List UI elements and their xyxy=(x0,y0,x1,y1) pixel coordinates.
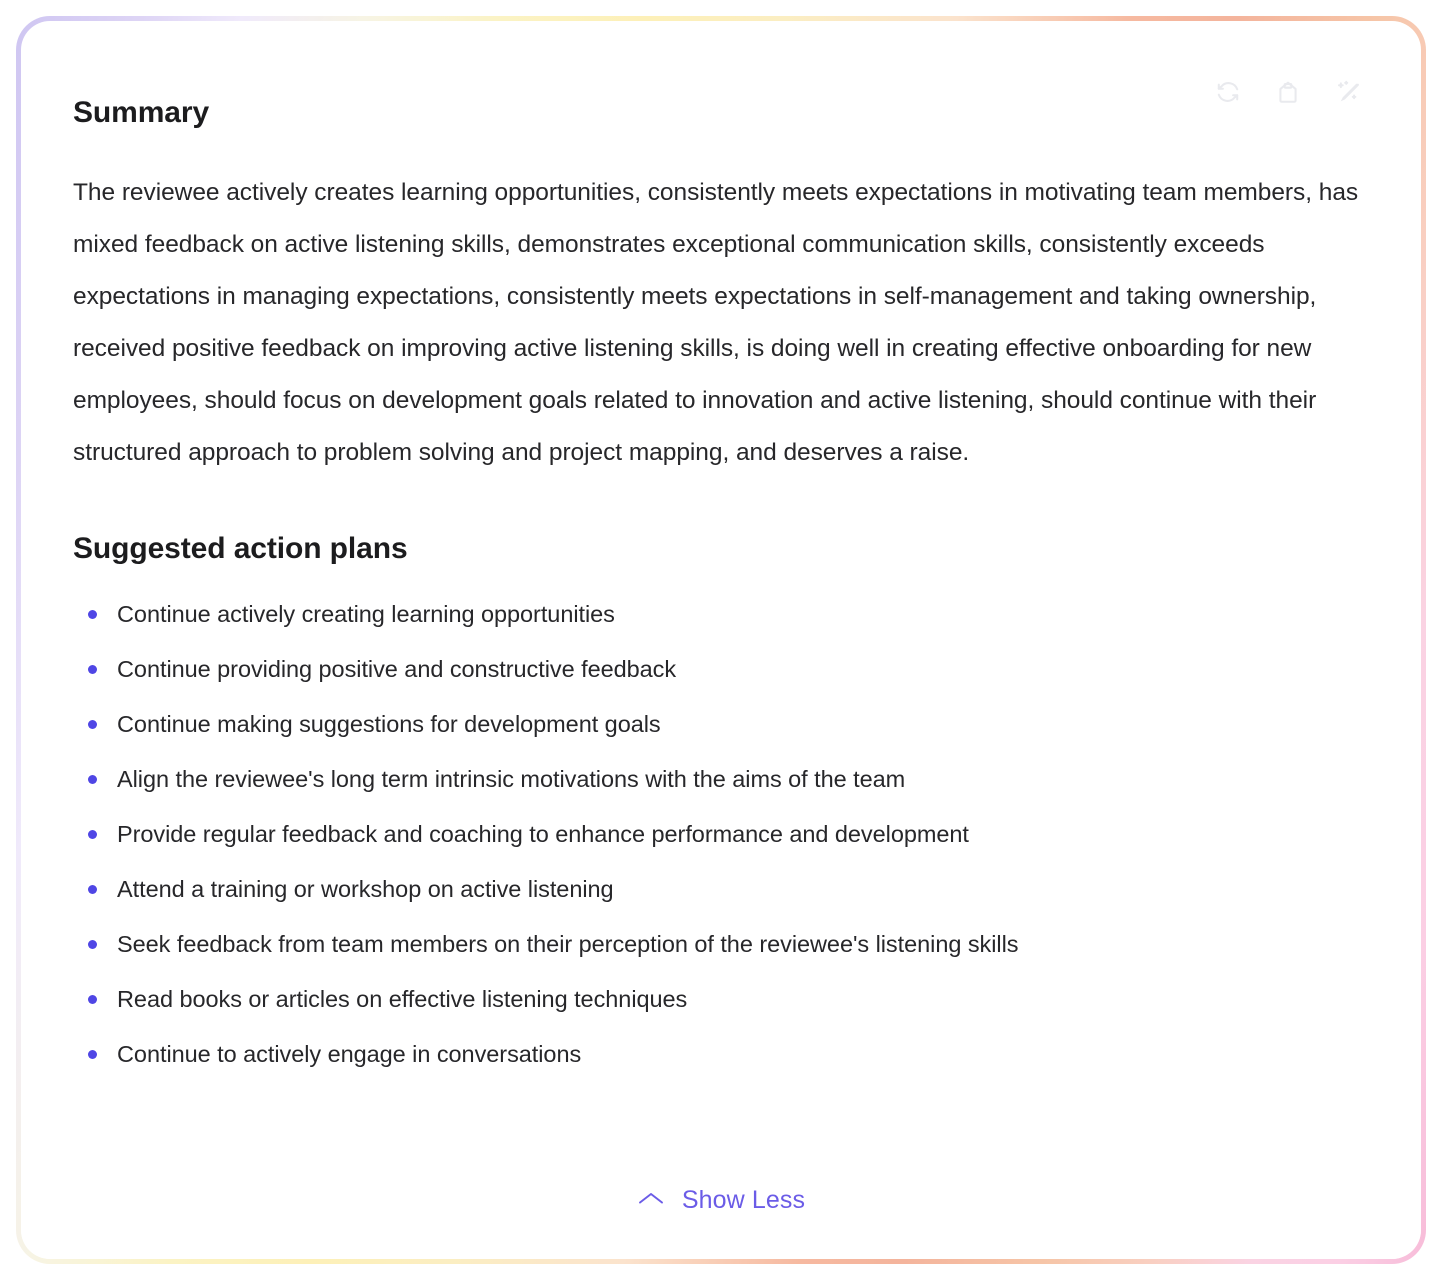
regenerate-icon[interactable] xyxy=(1213,77,1243,107)
list-item: Read books or articles on effective list… xyxy=(73,984,1385,1014)
summary-body-text: The reviewee actively creates learning o… xyxy=(73,179,1359,466)
summary-card: Summary The reviewee actively creates le… xyxy=(16,16,1426,1264)
show-less-container: Show Less xyxy=(21,1184,1421,1217)
page-title: Summary xyxy=(73,96,210,129)
copy-icon[interactable] xyxy=(1273,77,1303,107)
show-less-label: Show Less xyxy=(681,1186,806,1214)
list-item: Align the reviewee's long term intrinsic… xyxy=(73,764,1385,794)
list-item: Continue to actively engage in conversat… xyxy=(73,1039,1385,1069)
list-item: Seek feedback from team members on their… xyxy=(73,929,1385,959)
show-less-button[interactable]: Show Less xyxy=(631,1184,811,1217)
chevron-up-icon xyxy=(637,1190,665,1211)
list-item: Continue providing positive and construc… xyxy=(73,654,1385,684)
action-plans-title: Suggested action plans xyxy=(73,532,408,565)
magic-wand-icon[interactable] xyxy=(1333,77,1363,107)
card-toolbar xyxy=(1213,77,1363,107)
list-item: Continue actively creating learning oppo… xyxy=(73,599,1385,629)
list-item: Provide regular feedback and coaching to… xyxy=(73,819,1385,849)
list-item: Continue making suggestions for developm… xyxy=(73,709,1385,739)
list-item: Attend a training or workshop on active … xyxy=(73,874,1385,904)
card-content: Summary The reviewee actively creates le… xyxy=(73,21,1385,1259)
summary-card-body: Summary The reviewee actively creates le… xyxy=(21,21,1421,1259)
action-plans-list: Continue actively creating learning oppo… xyxy=(73,599,1385,1069)
